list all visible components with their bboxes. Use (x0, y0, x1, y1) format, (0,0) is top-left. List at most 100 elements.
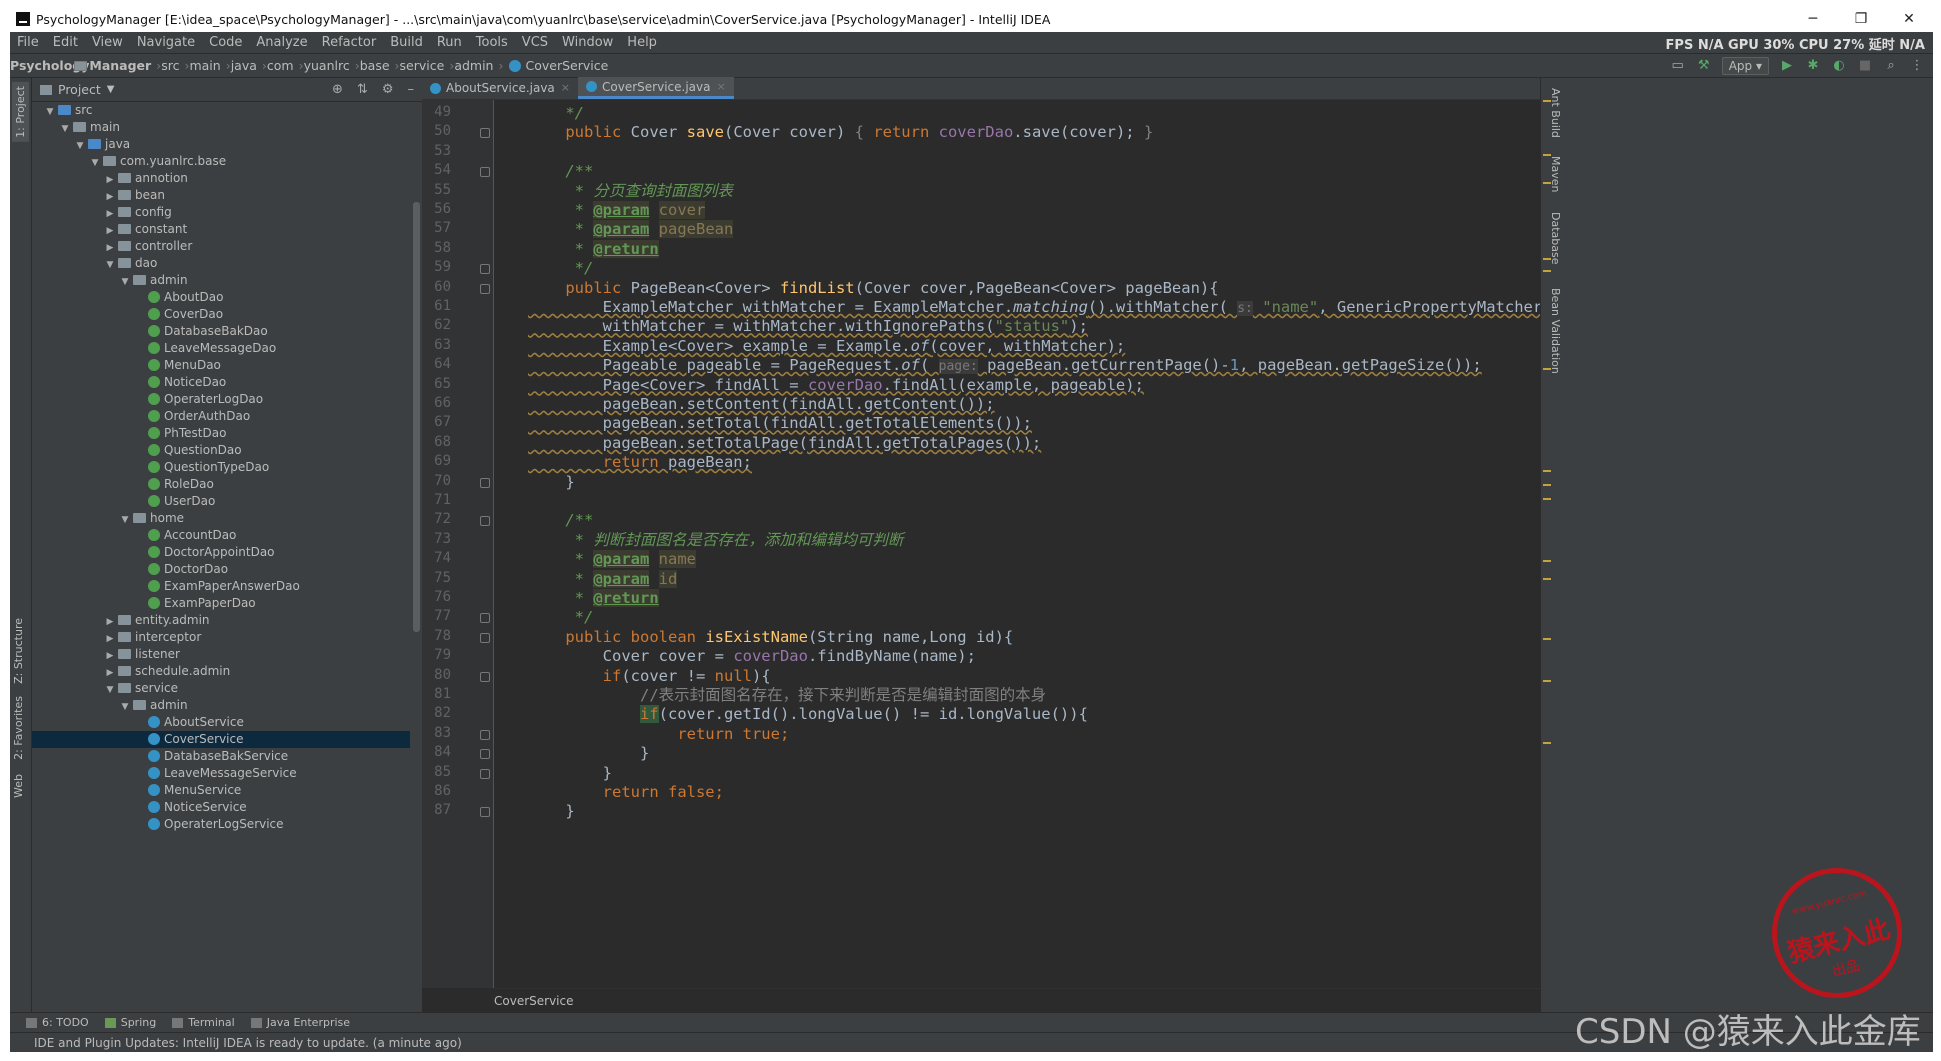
collapse-icon[interactable]: ⇅ (357, 82, 368, 97)
tree-item[interactable]: AccountDao (32, 527, 410, 544)
code-view[interactable]: */ public Cover save(Cover cover) { retu… (494, 100, 1540, 988)
project-scrollbar[interactable] (413, 202, 420, 632)
coverage-icon[interactable]: ◐ (1831, 58, 1847, 74)
more-icon[interactable]: ⋮ (1909, 58, 1925, 74)
tool-tab-web[interactable]: Web (12, 774, 25, 798)
tool-tab-bean-validation[interactable]: Bean Validation (1549, 288, 1562, 374)
line-number[interactable]: 49 (434, 104, 451, 120)
tool-tab-favorites[interactable]: 2: Favorites (12, 696, 25, 760)
tree-item[interactable]: LeaveMessageService (32, 765, 410, 782)
line-number[interactable]: 53 (434, 143, 451, 159)
warning-marker[interactable] (1543, 182, 1551, 184)
line-number[interactable]: 78 (434, 628, 451, 644)
breadcrumb-yuanlrc[interactable]: yuanlrc › (74, 58, 360, 73)
fold-marker-icon[interactable] (480, 632, 490, 643)
line-number[interactable]: 58 (434, 240, 451, 256)
breadcrumb-class[interactable]: CoverService (503, 58, 608, 73)
line-number[interactable]: 73 (434, 531, 451, 547)
tree-item[interactable]: DatabaseBakService (32, 748, 410, 765)
run-icon[interactable]: ▶ (1779, 58, 1795, 74)
layout-icon[interactable]: ▭ (1670, 58, 1686, 74)
line-number[interactable]: 77 (434, 608, 451, 624)
line-number[interactable]: 56 (434, 201, 451, 217)
fold-marker-icon[interactable] (480, 283, 490, 294)
menu-analyze[interactable]: Analyze (249, 35, 314, 50)
tree-item[interactable]: ▶ controller (32, 238, 410, 255)
minimize-button[interactable]: ─ (1789, 11, 1837, 27)
breadcrumb-src[interactable]: src › (74, 58, 189, 73)
tree-item[interactable]: ▼ java (32, 136, 410, 153)
tree-item[interactable]: MenuDao (32, 357, 410, 374)
build-hammer-icon[interactable]: ⚒ (1696, 58, 1712, 74)
warning-marker[interactable] (1543, 154, 1551, 156)
tree-item[interactable]: ▼ home (32, 510, 410, 527)
project-panel-title[interactable]: Project (58, 82, 101, 97)
line-number[interactable]: 55 (434, 182, 451, 198)
line-number[interactable]: 85 (434, 764, 451, 780)
menu-refactor[interactable]: Refactor (315, 35, 384, 50)
tool-tab-structure[interactable]: Z: Structure (12, 618, 25, 684)
line-number[interactable]: 50 (434, 123, 451, 139)
restore-button[interactable]: ❐ (1837, 11, 1885, 27)
line-number[interactable]: 62 (434, 317, 451, 333)
tree-item[interactable]: ▶ bean (32, 187, 410, 204)
fold-marker-icon[interactable] (480, 128, 490, 139)
tool-tab-todo[interactable]: 6: TODO (26, 1016, 89, 1029)
breadcrumb-com[interactable]: com › (74, 58, 304, 73)
tree-item[interactable]: QuestionDao (32, 442, 410, 459)
warning-marker[interactable] (1543, 470, 1551, 472)
line-number[interactable]: 75 (434, 570, 451, 586)
fold-marker-icon[interactable] (480, 749, 490, 760)
fold-marker-icon[interactable] (480, 768, 490, 779)
line-number[interactable]: 64 (434, 356, 451, 372)
tree-item[interactable]: DoctorAppointDao (32, 544, 410, 561)
tree-item[interactable]: ▼ admin (32, 272, 410, 289)
breadcrumb-java[interactable]: java › (74, 58, 267, 73)
tree-item[interactable]: OperaterLogService (32, 816, 410, 833)
tree-item[interactable]: ▶ annotion (32, 170, 410, 187)
tool-tab-terminal[interactable]: Terminal (172, 1016, 235, 1029)
line-number[interactable]: 70 (434, 473, 451, 489)
breadcrumb-admin[interactable]: admin › (74, 58, 503, 73)
tree-item[interactable]: ▼ com.yuanlrc.base (32, 153, 410, 170)
tree-item[interactable]: ▼ service (32, 680, 410, 697)
line-number[interactable]: 67 (434, 414, 451, 430)
warning-marker[interactable] (1543, 484, 1551, 486)
fold-marker-icon[interactable] (480, 613, 490, 624)
tree-item[interactable]: ExamPaperDao (32, 595, 410, 612)
tree-item[interactable]: ▼ admin (32, 697, 410, 714)
line-number[interactable]: 63 (434, 337, 451, 353)
fold-marker-icon[interactable] (480, 167, 490, 178)
menu-edit[interactable]: Edit (46, 35, 85, 50)
line-number[interactable]: 68 (434, 434, 451, 450)
tool-tab-database[interactable]: Database (1549, 212, 1562, 265)
tree-item[interactable]: MenuService (32, 782, 410, 799)
locate-icon[interactable]: ⊕ (332, 82, 343, 97)
line-number[interactable]: 86 (434, 783, 451, 799)
tool-tab-java-enterprise[interactable]: Java Enterprise (250, 1016, 350, 1029)
tree-item[interactable]: ▼ dao (32, 255, 410, 272)
run-config-select[interactable]: App ▾ (1721, 57, 1769, 75)
warning-marker[interactable] (1543, 638, 1551, 640)
tree-item[interactable]: RoleDao (32, 476, 410, 493)
line-number[interactable]: 83 (434, 725, 451, 741)
code-breadcrumb[interactable]: CoverService (494, 988, 1540, 1012)
warning-marker[interactable] (1543, 578, 1551, 580)
tree-item[interactable]: ▼ src (32, 102, 410, 119)
line-number[interactable]: 66 (434, 395, 451, 411)
tree-item[interactable]: OrderAuthDao (32, 408, 410, 425)
line-number[interactable]: 76 (434, 589, 451, 605)
tree-item[interactable]: PhTestDao (32, 425, 410, 442)
tree-item[interactable]: CoverDao (32, 306, 410, 323)
line-number[interactable]: 72 (434, 511, 451, 527)
warning-marker[interactable] (1543, 258, 1551, 260)
line-number[interactable]: 61 (434, 298, 451, 314)
close-button[interactable]: ✕ (1885, 11, 1933, 27)
menu-code[interactable]: Code (202, 35, 249, 50)
menu-view[interactable]: View (85, 35, 130, 50)
tool-tab-ant-build[interactable]: Ant Build (1549, 88, 1562, 138)
tree-item[interactable]: OperaterLogDao (32, 391, 410, 408)
line-number[interactable]: 79 (434, 647, 451, 663)
tree-item[interactable]: ▶ interceptor (32, 629, 410, 646)
breadcrumb-main[interactable]: main › (74, 58, 231, 73)
